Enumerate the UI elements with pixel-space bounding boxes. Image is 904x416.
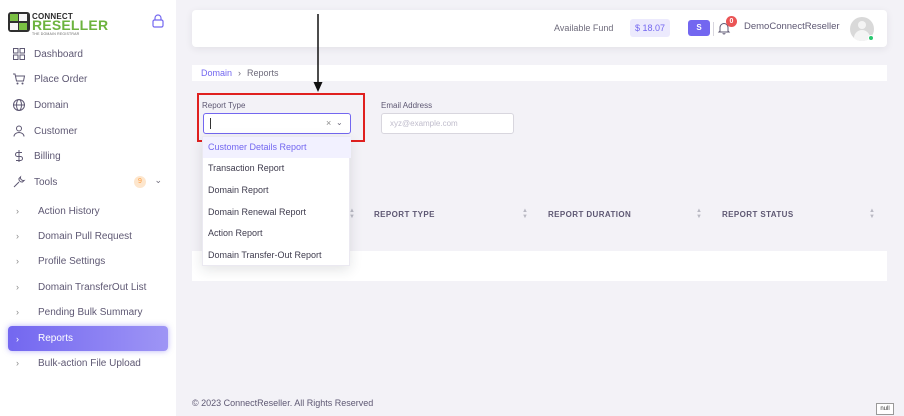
sort-icon[interactable]: ▲ ▼ [869, 208, 875, 220]
dropdown-option[interactable]: Transaction Report [203, 158, 351, 179]
header-divider [713, 22, 714, 36]
sidebar-subitem-label: Reports [38, 333, 74, 344]
sidebar-item-label: Customer [34, 125, 78, 137]
notification-badge: 0 [726, 16, 737, 27]
sort-icon[interactable]: ▲ ▼ [696, 208, 702, 220]
sidebar-item-action-history[interactable]: › Action History [8, 199, 168, 223]
available-fund-label: Available Fund [554, 23, 614, 33]
dropdown-option[interactable]: Customer Details Report [203, 137, 351, 158]
sidebar-item-tools[interactable]: Tools 9 ⌄ [8, 171, 168, 193]
chevron-right-icon: › [16, 206, 19, 216]
email-field[interactable] [381, 113, 514, 134]
dropdown-option[interactable]: Domain Renewal Report [203, 202, 351, 223]
sidebar-item-reports[interactable]: › Reports [8, 326, 168, 351]
sidebar-subitem-label: Domain Pull Request [38, 230, 132, 242]
null-indicator: null [876, 403, 894, 415]
chevron-right-icon: › [16, 333, 19, 344]
annotation-arrow [313, 14, 323, 92]
sidebar-item-pending-bulk-summary[interactable]: › Pending Bulk Summary [8, 300, 168, 324]
globe-icon [12, 98, 26, 112]
column-header-report-duration[interactable]: REPORT DURATION [548, 210, 631, 219]
sort-icon[interactable]: ▲ ▼ [522, 208, 528, 220]
sidebar-item-bulk-action-file-upload[interactable]: › Bulk-action File Upload [8, 351, 168, 375]
online-status-dot [868, 35, 874, 41]
chevron-right-icon: › [16, 358, 19, 368]
sidebar-item-label: Tools [34, 176, 58, 188]
brand-logo[interactable]: CONNECT RESELLER THE DOMAIN REGISTRAR [8, 12, 158, 36]
breadcrumb: Domain › Reports [192, 65, 887, 81]
chevron-right-icon: › [16, 256, 19, 266]
sidebar-item-label: Place Order [34, 73, 88, 85]
sidebar-item-place-order[interactable]: Place Order [8, 68, 168, 90]
available-fund-amount: $ 18.07 [630, 19, 671, 37]
tools-count-badge: 9 [134, 176, 146, 188]
sidebar-subitem-label: Action History [38, 205, 100, 217]
breadcrumb-link-domain[interactable]: Domain [201, 68, 232, 78]
logo-text-reseller: RESELLER [32, 17, 109, 33]
dropdown-option[interactable]: Domain Report [203, 180, 351, 201]
s-button[interactable]: S [688, 20, 710, 36]
email-address-label: Email Address [381, 101, 433, 110]
logo-tagline: THE DOMAIN REGISTRAR [32, 32, 80, 36]
dropdown-option[interactable]: Domain Transfer-Out Report [203, 245, 351, 266]
sidebar-subitem-label: Bulk-action File Upload [38, 357, 141, 369]
sidebar-item-customer[interactable]: Customer [8, 120, 168, 142]
tool-icon [12, 175, 26, 189]
sidebar-item-label: Billing [34, 150, 61, 162]
top-navbar: Available Fund $ 18.07 S 0 DemoConnectRe… [192, 10, 887, 47]
breadcrumb-current: Reports [247, 68, 279, 78]
sidebar-item-label: Domain [34, 99, 69, 111]
footer-copyright: © 2023 ConnectReseller. All Rights Reser… [192, 398, 374, 408]
column-header-report-status[interactable]: REPORT STATUS [722, 210, 794, 219]
sidebar-subitem-label: Profile Settings [38, 255, 106, 267]
sidebar-item-domain[interactable]: Domain [8, 94, 168, 116]
sidebar-subitem-label: Domain TransferOut List [38, 281, 147, 293]
user-name[interactable]: DemoConnectReseller [744, 21, 840, 32]
report-type-dropdown-menu: Customer Details Report Transaction Repo… [202, 136, 351, 266]
dropdown-option[interactable]: Action Report [203, 223, 351, 244]
sidebar-subitem-label: Pending Bulk Summary [38, 306, 143, 318]
chevron-right-icon: › [16, 231, 19, 241]
column-header-report-type[interactable]: REPORT TYPE [374, 210, 435, 219]
sidebar-item-domain-transferout-list[interactable]: › Domain TransferOut List [8, 275, 168, 299]
sidebar-item-dashboard[interactable]: Dashboard [8, 43, 168, 65]
sidebar: CONNECT RESELLER THE DOMAIN REGISTRAR Da… [0, 0, 176, 416]
sidebar-item-domain-pull-request[interactable]: › Domain Pull Request [8, 224, 168, 248]
dollar-icon [12, 149, 26, 163]
breadcrumb-separator: › [238, 68, 242, 78]
logo-mark [8, 12, 30, 32]
chevron-down-icon[interactable]: ⌄ [154, 175, 162, 186]
lock-icon[interactable] [152, 14, 164, 28]
chevron-right-icon: › [16, 282, 19, 292]
grid-icon [12, 47, 26, 61]
cart-icon [12, 72, 26, 86]
annotation-highlight-box [197, 93, 365, 142]
sidebar-item-profile-settings[interactable]: › Profile Settings [8, 249, 168, 273]
chevron-right-icon: › [16, 307, 19, 317]
user-icon [12, 124, 26, 138]
sidebar-item-label: Dashboard [34, 48, 83, 60]
sidebar-item-billing[interactable]: Billing [8, 145, 168, 167]
